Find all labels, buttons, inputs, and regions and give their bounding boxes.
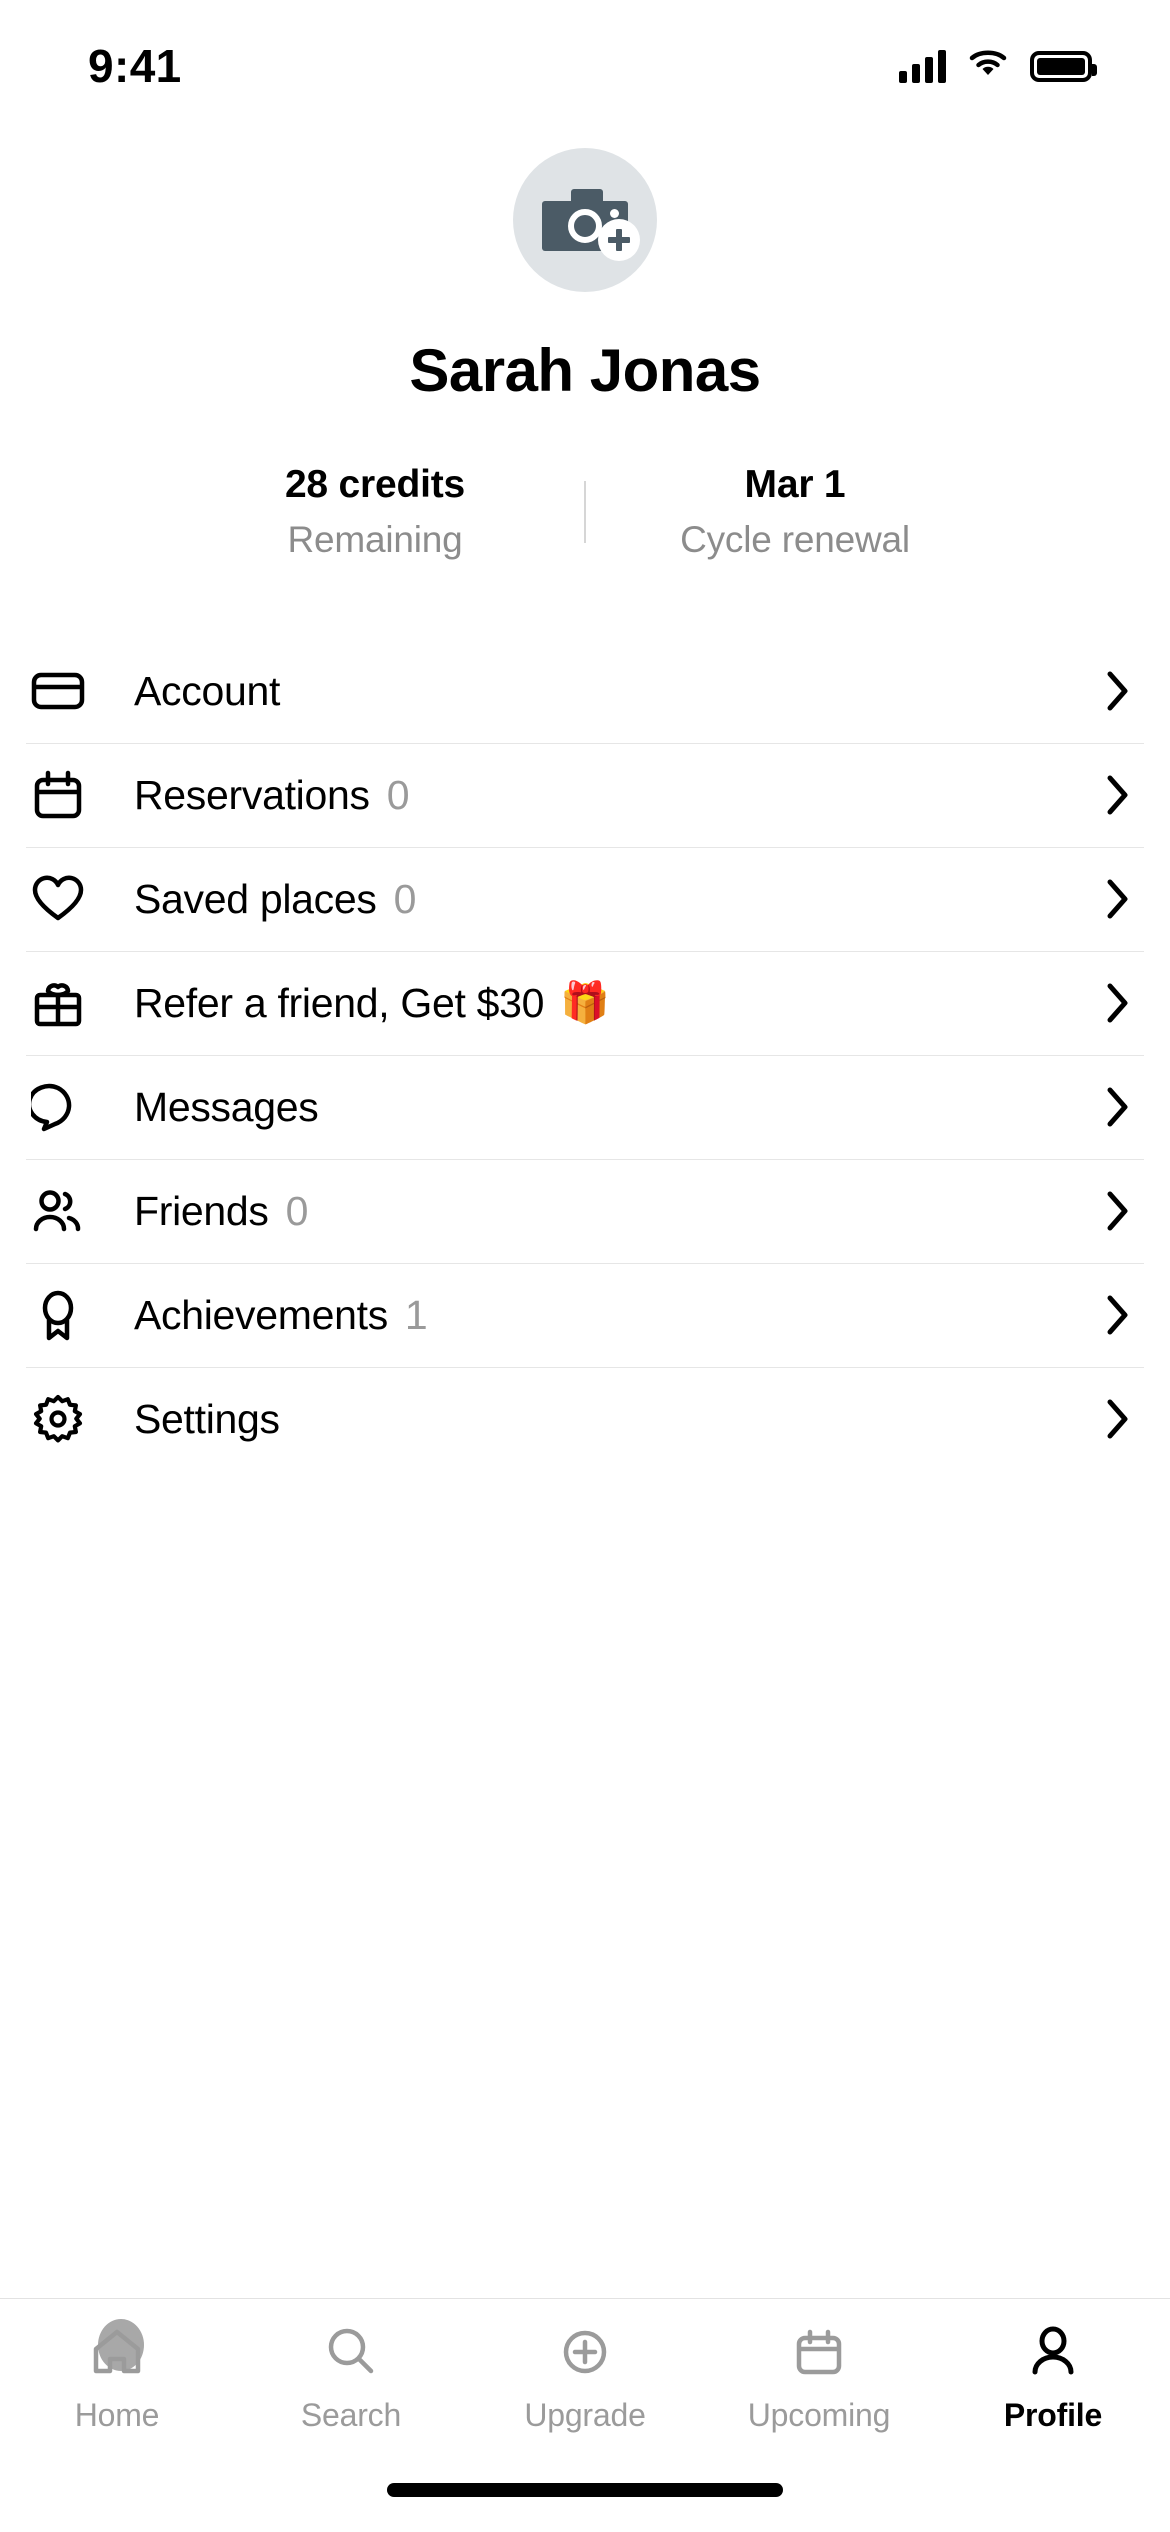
- stat-credits: 28 credits Remaining: [166, 463, 584, 561]
- menu-item-label: Reservations: [134, 771, 370, 818]
- tab-label: Upcoming: [747, 2397, 891, 2433]
- plus-circle-icon: [554, 2321, 616, 2383]
- search-icon: [320, 2321, 382, 2383]
- chevron-right-icon[interactable]: [1104, 979, 1132, 1027]
- menu-item-reservations[interactable]: Reservations 0: [0, 743, 1170, 847]
- status-indicators: [899, 49, 1097, 84]
- menu-item-count: 0: [386, 771, 410, 818]
- avatar-section: [0, 148, 1170, 292]
- credit-card-icon: [30, 663, 86, 719]
- home-icon: [86, 2319, 148, 2383]
- chat-bubble-icon: [30, 1079, 86, 1135]
- stat-value: Mar 1: [744, 463, 846, 506]
- plus-icon: [598, 219, 640, 261]
- stat-value: 28 credits: [284, 463, 466, 506]
- calendar-icon: [788, 2321, 850, 2383]
- tab-label: Profile: [1003, 2397, 1103, 2433]
- menu-item-account[interactable]: Account: [0, 639, 1170, 743]
- home-indicator[interactable]: [387, 2483, 783, 2497]
- stat-label: Cycle renewal: [680, 519, 910, 560]
- menu-item-achievements[interactable]: Achievements 1: [0, 1263, 1170, 1367]
- wifi-icon: [968, 49, 1008, 84]
- status-time: 9:41: [88, 40, 182, 92]
- chevron-right-icon[interactable]: [1104, 1291, 1132, 1339]
- tab-home[interactable]: Home: [0, 2319, 234, 2434]
- tab-search[interactable]: Search: [234, 2321, 468, 2434]
- menu-item-settings[interactable]: Settings: [0, 1367, 1170, 1471]
- menu-item-count: 0: [285, 1187, 309, 1234]
- heart-icon: [30, 871, 86, 927]
- menu-item-label: Account: [134, 667, 281, 714]
- tab-upcoming[interactable]: Upcoming: [702, 2321, 936, 2434]
- stats-row: 28 credits Remaining Mar 1 Cycle renewal: [0, 463, 1170, 561]
- tab-label: Upgrade: [524, 2397, 646, 2433]
- person-icon: [1022, 2321, 1084, 2383]
- status-bar: 9:41: [0, 0, 1170, 118]
- tab-profile[interactable]: Profile: [936, 2321, 1170, 2434]
- gear-icon: [30, 1391, 86, 1447]
- award-ribbon-icon: [30, 1287, 86, 1343]
- avatar[interactable]: [513, 148, 657, 292]
- menu-item-count: 0: [393, 875, 417, 922]
- cellular-signal-icon: [899, 49, 946, 83]
- stat-renewal: Mar 1 Cycle renewal: [586, 463, 1004, 561]
- chevron-right-icon[interactable]: [1104, 667, 1132, 715]
- calendar-icon: [30, 767, 86, 823]
- gift-emoji: 🎁: [560, 981, 610, 1025]
- bottom-tab-bar: Home Search Upgrade Upcoming Profile: [0, 2298, 1170, 2448]
- menu-item-label: Settings: [134, 1395, 280, 1442]
- page-title: Sarah Jonas: [409, 337, 761, 404]
- menu-item-label: Saved places: [134, 875, 377, 922]
- tab-upgrade[interactable]: Upgrade: [468, 2321, 702, 2434]
- menu-item-saved-places[interactable]: Saved places 0: [0, 847, 1170, 951]
- chevron-right-icon[interactable]: [1104, 1395, 1132, 1443]
- chevron-right-icon[interactable]: [1104, 875, 1132, 923]
- profile-screen: 9:41 Sarah Jonas 28 credits Remaining Ma…: [0, 0, 1170, 2532]
- menu-list: Account Reservations 0 Saved places 0 Re…: [0, 639, 1170, 2298]
- camera-add-photo-icon: [542, 189, 640, 261]
- chevron-right-icon[interactable]: [1104, 1083, 1132, 1131]
- menu-item-label: Friends: [134, 1187, 269, 1234]
- menu-item-label: Achievements: [134, 1291, 388, 1338]
- chevron-right-icon[interactable]: [1104, 1187, 1132, 1235]
- menu-item-refer-a-friend[interactable]: Refer a friend, Get $30 🎁: [0, 951, 1170, 1055]
- menu-item-label: Messages: [134, 1083, 319, 1130]
- tab-label: Home: [74, 2397, 160, 2433]
- battery-full-icon: [1030, 50, 1097, 82]
- menu-item-messages[interactable]: Messages: [0, 1055, 1170, 1159]
- chevron-right-icon[interactable]: [1104, 771, 1132, 819]
- menu-item-label: Refer a friend, Get $30: [134, 979, 545, 1026]
- menu-item-count: 1: [404, 1291, 428, 1338]
- friends-icon: [30, 1183, 86, 1239]
- menu-item-friends[interactable]: Friends 0: [0, 1159, 1170, 1263]
- tab-label: Search: [300, 2397, 402, 2433]
- gift-icon: [30, 975, 86, 1031]
- home-indicator-area: [0, 2448, 1170, 2532]
- stat-label: Remaining: [287, 519, 463, 560]
